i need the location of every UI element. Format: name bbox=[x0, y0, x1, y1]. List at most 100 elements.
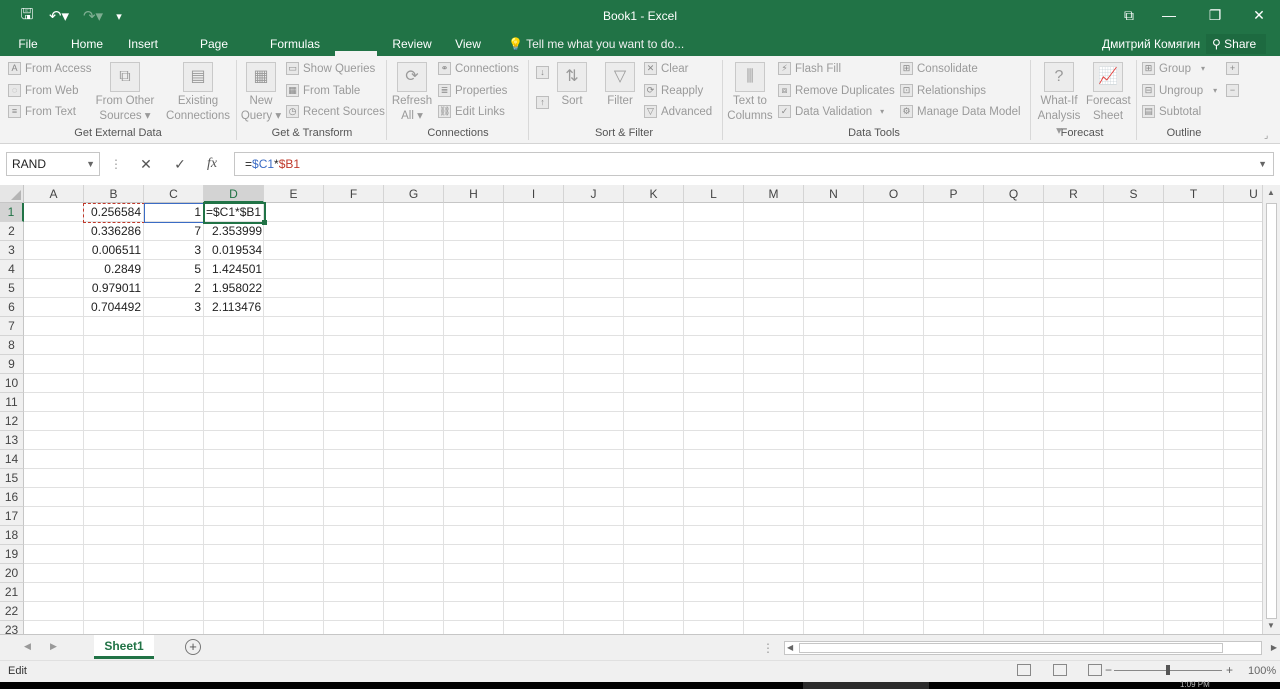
row-header-14[interactable]: 14 bbox=[0, 450, 24, 469]
flash-fill-button[interactable]: ⚡ Flash Fill bbox=[778, 62, 841, 75]
enter-button[interactable]: ✓ bbox=[168, 154, 192, 174]
column-header-e[interactable]: E bbox=[264, 185, 324, 203]
row-header-22[interactable]: 22 bbox=[0, 602, 24, 621]
zoom-out-icon[interactable]: − bbox=[1105, 663, 1112, 677]
sort-az-button[interactable]: ↓ bbox=[536, 66, 553, 79]
row-header-10[interactable]: 10 bbox=[0, 374, 24, 393]
relationships-button[interactable]: ⊡ Relationships bbox=[900, 84, 986, 97]
existing-connections-button[interactable]: ▤ Existing Connections bbox=[164, 62, 232, 124]
show-queries-button[interactable]: ▭ Show Queries bbox=[286, 62, 375, 75]
clear-button[interactable]: ✕ Clear bbox=[644, 62, 688, 75]
normal-view-icon[interactable] bbox=[1017, 664, 1031, 676]
show-detail-button[interactable]: + bbox=[1226, 62, 1243, 75]
zoom-in-icon[interactable]: + bbox=[1226, 663, 1233, 677]
from-web-button[interactable]: ◌ From Web bbox=[8, 84, 78, 97]
cell-d4[interactable]: 1.424501 bbox=[204, 260, 264, 279]
worksheet-grid[interactable]: ABCDEFGHIJKLMNOPQRSTU 1 2 3 4 5 6 7 8 9 10 11 12 13 1… bbox=[0, 185, 1280, 634]
cell-b5[interactable]: 0.979011 bbox=[84, 279, 144, 298]
connections-button[interactable]: ⚭ Connections bbox=[438, 62, 519, 75]
page-layout-view-icon[interactable] bbox=[1053, 664, 1067, 676]
column-header-r[interactable]: R bbox=[1044, 185, 1104, 203]
column-header-g[interactable]: G bbox=[384, 185, 444, 203]
cell-c6[interactable]: 3 bbox=[144, 298, 204, 317]
share-button[interactable]: ⚲ Share bbox=[1206, 34, 1266, 54]
recent-sources-button[interactable]: ◷ Recent Sources bbox=[286, 105, 385, 118]
column-header-k[interactable]: K bbox=[624, 185, 684, 203]
column-header-d[interactable]: D bbox=[204, 185, 264, 203]
cell-b3[interactable]: 0.006511 bbox=[84, 241, 144, 260]
hide-detail-button[interactable]: − bbox=[1226, 84, 1243, 97]
dialog-launcher-icon[interactable]: ⌟ bbox=[1264, 130, 1268, 141]
zoom-level[interactable]: 100% bbox=[1248, 665, 1276, 677]
column-header-j[interactable]: J bbox=[564, 185, 624, 203]
horizontal-scrollbar[interactable]: ◀ ▶ bbox=[784, 641, 1277, 655]
properties-button[interactable]: ≣ Properties bbox=[438, 84, 507, 97]
tab-file[interactable]: File bbox=[12, 32, 44, 56]
row-header-5[interactable]: 5 bbox=[0, 279, 24, 298]
zoom-slider-handle[interactable] bbox=[1166, 665, 1170, 675]
cell-d2[interactable]: 2.353999 bbox=[204, 222, 264, 241]
text-to-columns-button[interactable]: ⫼ Text to Columns bbox=[726, 62, 774, 124]
fill-handle[interactable] bbox=[262, 220, 267, 225]
subtotal-button[interactable]: ▤ Subtotal bbox=[1142, 105, 1201, 118]
row-header-9[interactable]: 9 bbox=[0, 355, 24, 374]
formula-input[interactable]: =$C1*$B1 ▼ bbox=[234, 152, 1274, 176]
row-header-16[interactable]: 16 bbox=[0, 488, 24, 507]
cell-c3[interactable]: 3 bbox=[144, 241, 204, 260]
row-header-1[interactable]: 1 bbox=[0, 203, 24, 222]
column-header-q[interactable]: Q bbox=[984, 185, 1044, 203]
sort-za-button[interactable]: ↑ bbox=[536, 96, 553, 109]
next-sheet-icon[interactable]: ▶ bbox=[50, 641, 57, 652]
row-header-21[interactable]: 21 bbox=[0, 583, 24, 602]
cell-c5[interactable]: 2 bbox=[144, 279, 204, 298]
insert-function-button[interactable]: fx bbox=[200, 154, 224, 174]
cell-b4[interactable]: 0.2849 bbox=[84, 260, 144, 279]
name-box[interactable]: RAND ▼ bbox=[6, 152, 100, 176]
ungroup-button[interactable]: ⊟ Ungroup ▾ bbox=[1142, 84, 1217, 97]
row-header-7[interactable]: 7 bbox=[0, 317, 24, 336]
cancel-button[interactable]: ✕ bbox=[134, 154, 158, 174]
column-header-m[interactable]: M bbox=[744, 185, 804, 203]
split-grip-icon[interactable]: ⋮ bbox=[762, 641, 774, 655]
select-all-corner[interactable] bbox=[0, 185, 24, 203]
row-header-19[interactable]: 19 bbox=[0, 545, 24, 564]
row-header-2[interactable]: 2 bbox=[0, 222, 24, 241]
column-header-n[interactable]: N bbox=[804, 185, 864, 203]
remove-duplicates-button[interactable]: ⧈ Remove Duplicates bbox=[778, 84, 895, 97]
close-icon[interactable]: ✕ bbox=[1244, 4, 1274, 26]
tab-page-layout[interactable]: Page Layout bbox=[180, 32, 248, 75]
forecast-sheet-button[interactable]: 📈 Forecast Sheet bbox=[1086, 62, 1131, 124]
tab-review[interactable]: Review bbox=[390, 32, 434, 56]
from-access-button[interactable]: A From Access bbox=[8, 62, 91, 75]
scroll-right-icon[interactable]: ▶ bbox=[1271, 642, 1277, 654]
vertical-scrollbar[interactable]: ▲ ▼ bbox=[1262, 185, 1280, 634]
scroll-left-icon[interactable]: ◀ bbox=[787, 642, 793, 654]
chevron-down-icon[interactable]: ▼ bbox=[86, 153, 95, 175]
consolidate-button[interactable]: ⊞ Consolidate bbox=[900, 62, 978, 75]
advanced-button[interactable]: ▽ Advanced bbox=[644, 105, 712, 118]
refresh-all-button[interactable]: ⟳ Refresh All ▾ bbox=[390, 62, 434, 124]
tell-me-search[interactable]: 💡 Tell me what you want to do... bbox=[508, 32, 684, 56]
new-query-button[interactable]: ▦ New Query ▾ bbox=[240, 62, 282, 124]
cell-c4[interactable]: 5 bbox=[144, 260, 204, 279]
cell-d5[interactable]: 1.958022 bbox=[204, 279, 264, 298]
from-other-sources-button[interactable]: ⧉ From Other Sources ▾ bbox=[94, 62, 156, 124]
column-header-l[interactable]: L bbox=[684, 185, 744, 203]
row-header-11[interactable]: 11 bbox=[0, 393, 24, 412]
cell-d3[interactable]: 0.019534 bbox=[204, 241, 264, 260]
row-header-3[interactable]: 3 bbox=[0, 241, 24, 260]
column-header-f[interactable]: F bbox=[324, 185, 384, 203]
scroll-down-icon[interactable]: ▼ bbox=[1267, 621, 1275, 630]
tab-view[interactable]: View bbox=[450, 32, 486, 56]
row-header-12[interactable]: 12 bbox=[0, 412, 24, 431]
row-header-4[interactable]: 4 bbox=[0, 260, 24, 279]
row-header-18[interactable]: 18 bbox=[0, 526, 24, 545]
column-header-c[interactable]: C bbox=[144, 185, 204, 203]
vertical-scroll-thumb[interactable] bbox=[1266, 203, 1277, 619]
row-header-15[interactable]: 15 bbox=[0, 469, 24, 488]
minimize-icon[interactable]: — bbox=[1154, 4, 1184, 26]
page-break-preview-icon[interactable] bbox=[1088, 664, 1102, 676]
expand-formula-bar-icon[interactable]: ▼ bbox=[1258, 153, 1267, 175]
cell-c2[interactable]: 7 bbox=[144, 222, 204, 241]
from-text-button[interactable]: ≡ From Text bbox=[8, 105, 76, 118]
